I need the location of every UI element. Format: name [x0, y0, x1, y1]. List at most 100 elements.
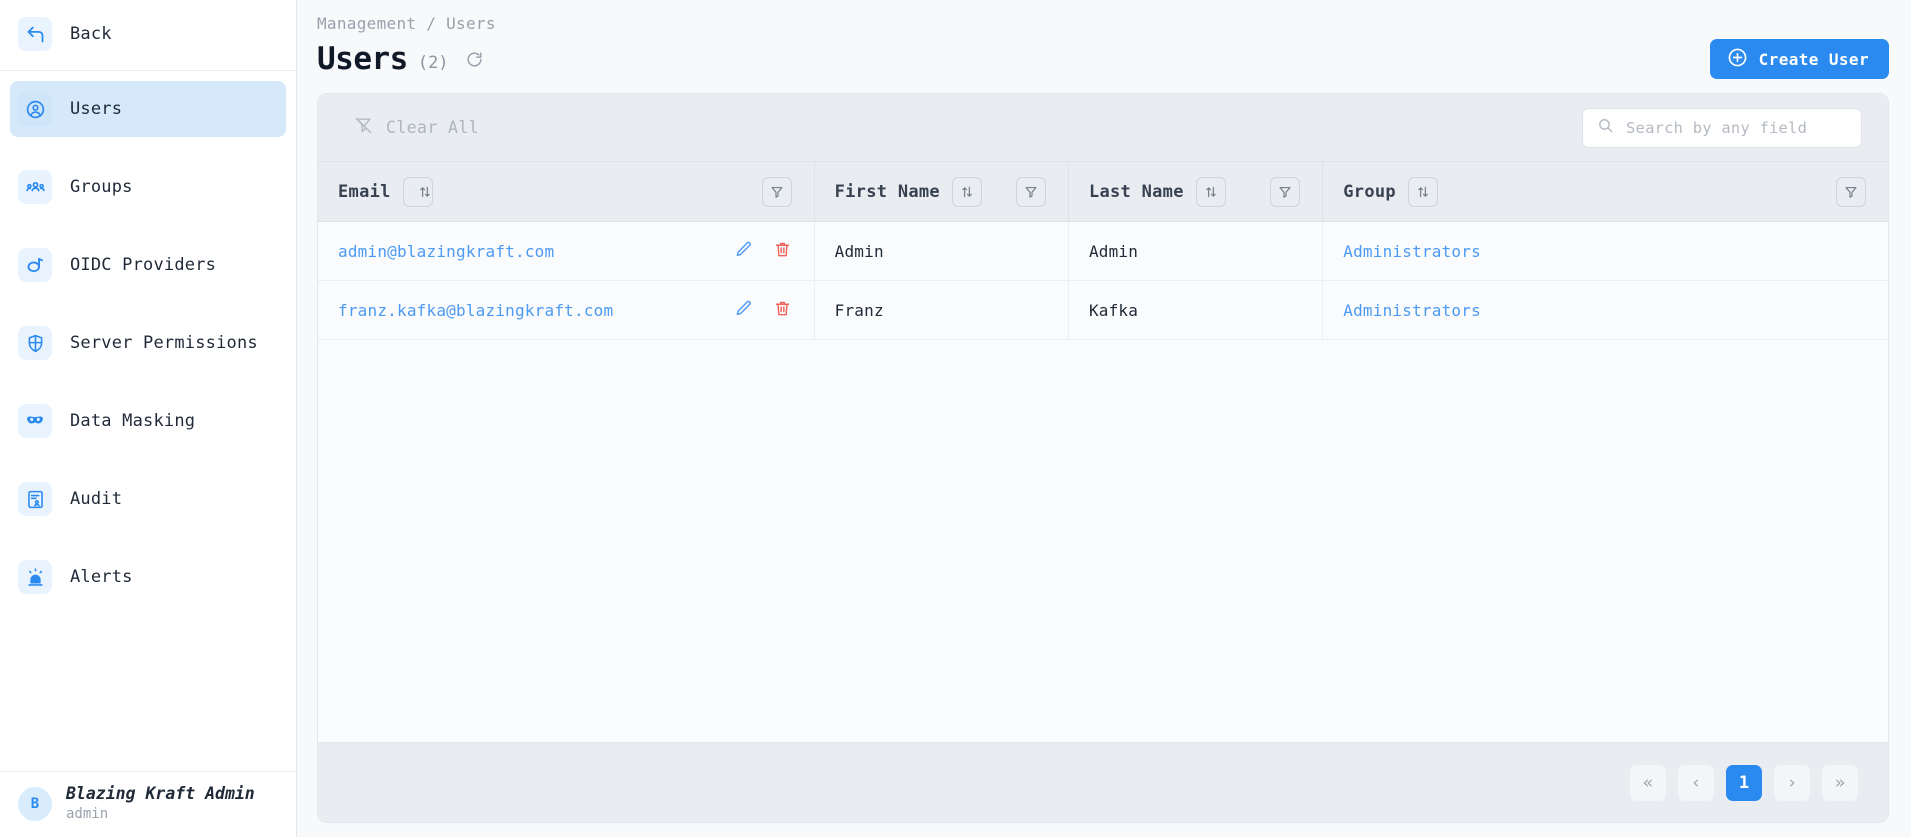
edit-button[interactable] — [734, 299, 753, 321]
clear-all-label: Clear All — [386, 118, 479, 137]
trash-icon — [773, 240, 792, 262]
delete-button[interactable] — [773, 240, 792, 262]
cell-last-name: Kafka — [1068, 281, 1322, 340]
filter-icon[interactable] — [1016, 177, 1046, 207]
sidebar-item-back[interactable]: Back — [10, 6, 286, 62]
create-user-button[interactable]: Create User — [1710, 39, 1889, 79]
plus-circle-icon — [1727, 47, 1748, 72]
oidc-icon — [18, 248, 52, 282]
sidebar-profile[interactable]: B Blazing Kraft Admin admin — [0, 771, 296, 837]
sidebar-item-label: Users — [70, 99, 122, 119]
pencil-icon — [734, 240, 753, 262]
sidebar-nav: Users Groups — [0, 71, 296, 771]
page-header: Users (2) — [317, 33, 1889, 93]
sidebar-item-label: Data Masking — [70, 411, 195, 431]
first-page-button[interactable]: « — [1630, 765, 1666, 801]
filter-icon[interactable] — [1836, 177, 1866, 207]
sidebar-top: Back — [0, 0, 296, 70]
sidebar-item-label: Audit — [70, 489, 122, 509]
sidebar-item-server-permissions[interactable]: Server Permissions — [10, 315, 286, 371]
profile-name: Blazing Kraft Admin — [66, 784, 255, 805]
column-label: First Name — [835, 182, 940, 202]
sort-icon[interactable] — [1196, 177, 1226, 207]
sidebar-item-alerts[interactable]: Alerts — [10, 549, 286, 605]
back-arrow-icon — [18, 17, 52, 51]
table-toolbar: Clear All — [318, 94, 1888, 161]
shield-icon — [18, 326, 52, 360]
clear-all-button[interactable]: Clear All — [354, 116, 479, 139]
search-input[interactable] — [1626, 119, 1847, 137]
column-header-last-name: Last Name — [1068, 162, 1322, 222]
group-link[interactable]: Administrators — [1343, 301, 1481, 320]
breadcrumb: Management / Users — [317, 0, 1889, 33]
sort-icon[interactable] — [1408, 177, 1438, 207]
search-box[interactable] — [1582, 108, 1862, 148]
row-actions — [734, 299, 792, 321]
prev-page-button[interactable]: ‹ — [1678, 765, 1714, 801]
email-link[interactable]: franz.kafka@blazingkraft.com — [338, 301, 613, 320]
app-root: Back Users — [0, 0, 1911, 837]
email-link[interactable]: admin@blazingkraft.com — [338, 242, 554, 261]
sidebar-item-users[interactable]: Users — [10, 81, 286, 137]
table-empty-space — [318, 340, 1888, 743]
cell-email: admin@blazingkraft.com — [318, 222, 814, 281]
user-circle-icon — [18, 92, 52, 126]
page-title-group: Users (2) — [317, 44, 484, 75]
create-user-label: Create User — [1759, 50, 1869, 69]
cell-first-name: Admin — [814, 222, 1068, 281]
group-link[interactable]: Administrators — [1343, 242, 1481, 261]
filter-icon[interactable] — [762, 177, 792, 207]
filter-icon[interactable] — [1270, 177, 1300, 207]
cell-first-name: Franz — [814, 281, 1068, 340]
column-header-email: Email — [318, 162, 814, 222]
column-header-first-name: First Name — [814, 162, 1068, 222]
sidebar-item-data-masking[interactable]: Data Masking — [10, 393, 286, 449]
edit-button[interactable] — [734, 240, 753, 262]
page-count: (2) — [418, 53, 449, 75]
profile-text: Blazing Kraft Admin admin — [66, 784, 255, 823]
audit-document-icon — [18, 482, 52, 516]
cell-last-name: Admin — [1068, 222, 1322, 281]
sidebar-item-oidc-providers[interactable]: OIDC Providers — [10, 237, 286, 293]
column-label: Group — [1343, 182, 1396, 202]
sidebar-item-label: Groups — [70, 177, 133, 197]
refresh-icon — [465, 50, 484, 72]
table-header: Email — [318, 162, 1888, 222]
sidebar-item-label: Back — [70, 24, 112, 44]
refresh-button[interactable] — [465, 50, 484, 75]
pencil-icon — [734, 299, 753, 321]
mask-icon — [18, 404, 52, 438]
sidebar-item-label: Server Permissions — [70, 333, 258, 353]
pagination: « ‹ 1 › » — [318, 743, 1888, 822]
profile-username: admin — [66, 805, 255, 823]
column-header-group: Group — [1323, 162, 1888, 222]
sidebar: Back Users — [0, 0, 297, 837]
page-title: Users — [317, 44, 408, 75]
next-page-button[interactable]: › — [1774, 765, 1810, 801]
users-table: Email — [318, 161, 1888, 340]
users-table-card: Clear All — [317, 93, 1889, 823]
search-icon — [1597, 117, 1614, 138]
cell-group: Administrators — [1323, 281, 1888, 340]
table-row: admin@blazingkraft.com — [318, 222, 1888, 281]
delete-button[interactable] — [773, 299, 792, 321]
filter-off-icon — [354, 116, 373, 139]
column-label: Email — [338, 182, 391, 202]
row-actions — [734, 240, 792, 262]
cell-group: Administrators — [1323, 222, 1888, 281]
sidebar-item-groups[interactable]: Groups — [10, 159, 286, 215]
table-body: admin@blazingkraft.com — [318, 222, 1888, 340]
sidebar-item-audit[interactable]: Audit — [10, 471, 286, 527]
trash-icon — [773, 299, 792, 321]
avatar: B — [18, 787, 52, 821]
cell-email: franz.kafka@blazingkraft.com — [318, 281, 814, 340]
main-content: Management / Users Users (2) — [297, 0, 1911, 837]
last-page-button[interactable]: » — [1822, 765, 1858, 801]
sort-icon[interactable] — [403, 177, 433, 207]
sidebar-item-label: Alerts — [70, 567, 133, 587]
sort-icon[interactable] — [952, 177, 982, 207]
users-group-icon — [18, 170, 52, 204]
column-label: Last Name — [1089, 182, 1184, 202]
table-header-row: Email — [318, 162, 1888, 222]
page-button-1[interactable]: 1 — [1726, 765, 1762, 801]
